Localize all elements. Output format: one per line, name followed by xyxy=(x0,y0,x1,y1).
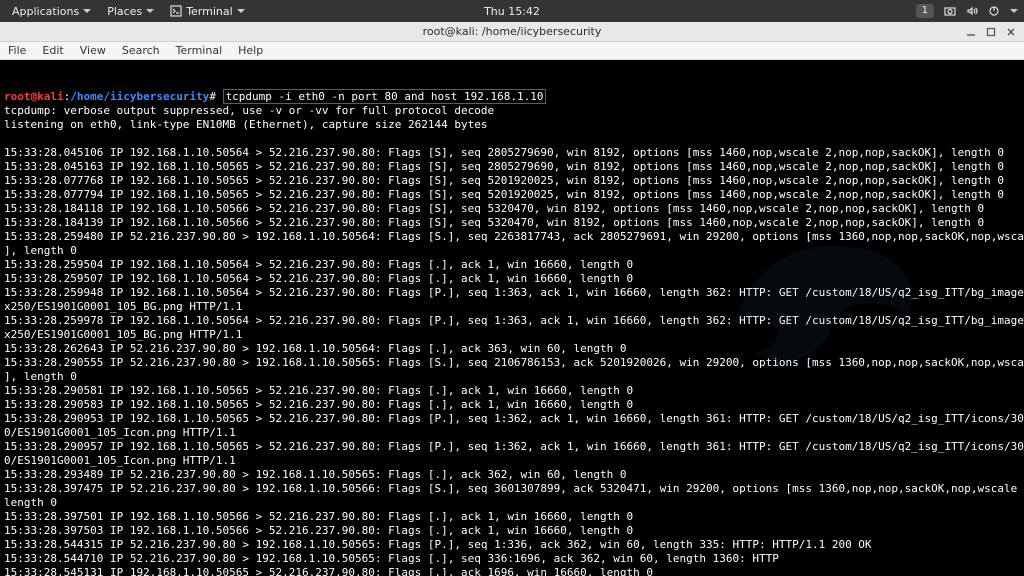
tcpdump-line: 15:33:28.045163 IP 192.168.1.10.50565 > … xyxy=(4,160,1004,173)
tcpdump-line: 15:33:28.290957 IP 192.168.1.10.50565 > … xyxy=(4,440,1024,453)
terminal-menubar: File Edit View Search Terminal Help xyxy=(0,42,1024,60)
tcpdump-line: x250/ES1901G0001_105_BG.png HTTP/1.1 xyxy=(4,328,242,341)
tcpdump-line: 15:33:28.184139 IP 192.168.1.10.50566 > … xyxy=(4,216,984,229)
maximize-button[interactable] xyxy=(984,25,998,39)
topbar-right: 1 xyxy=(916,4,1018,18)
tcpdump-line: 15:33:28.077794 IP 192.168.1.10.50565 > … xyxy=(4,188,1004,201)
terminal-icon xyxy=(170,5,182,17)
prompt-sep2: # xyxy=(209,90,216,103)
prompt-path: /home/iicybersecurity xyxy=(70,90,209,103)
menu-search[interactable]: Search xyxy=(122,44,160,57)
terminal-label: Terminal xyxy=(186,5,233,18)
tcpdump-line: 15:33:28.397475 IP 52.216.237.90.80 > 19… xyxy=(4,482,1024,495)
chevron-down-icon xyxy=(83,9,91,13)
tcpdump-line: 15:33:28.259504 IP 192.168.1.10.50564 > … xyxy=(4,258,633,271)
tcpdump-line: 0/ES1901G0001_105_Icon.png HTTP/1.1 xyxy=(4,454,236,467)
tcpdump-line: ], length 0 xyxy=(4,244,77,257)
tcpdump-line: 15:33:28.290583 IP 192.168.1.10.50565 > … xyxy=(4,398,633,411)
tcpdump-line: listening on eth0, link-type EN10MB (Eth… xyxy=(4,118,487,131)
chevron-down-icon xyxy=(146,9,154,13)
camera-icon[interactable] xyxy=(944,5,956,17)
tcpdump-line: 15:33:28.259507 IP 192.168.1.10.50564 > … xyxy=(4,272,633,285)
tcpdump-line: x250/ES1901G0001_105_BG.png HTTP/1.1 xyxy=(4,300,242,313)
tcpdump-line: 15:33:28.077768 IP 192.168.1.10.50565 > … xyxy=(4,174,1004,187)
menu-file[interactable]: File xyxy=(8,44,26,57)
tcpdump-line: 15:33:28.544710 IP 52.216.237.90.80 > 19… xyxy=(4,552,779,565)
tcpdump-line: 15:33:28.290555 IP 52.216.237.90.80 > 19… xyxy=(4,356,1024,369)
menu-terminal[interactable]: Terminal xyxy=(176,44,223,57)
tcpdump-line: 15:33:28.397501 IP 192.168.1.10.50566 > … xyxy=(4,510,633,523)
tcpdump-line: 15:33:28.545131 IP 192.168.1.10.50565 > … xyxy=(4,566,653,576)
topbar-left: Applications Places Terminal xyxy=(6,5,251,18)
tcpdump-line: 15:33:28.045106 IP 192.168.1.10.50564 > … xyxy=(4,146,1004,159)
clock-text[interactable]: Thu 15:42 xyxy=(484,5,540,18)
tcpdump-line: 15:33:28.397503 IP 192.168.1.10.50566 > … xyxy=(4,524,633,537)
applications-label: Applications xyxy=(12,5,79,18)
power-icon[interactable] xyxy=(988,5,1000,17)
tcpdump-line: 15:33:28.544315 IP 52.216.237.90.80 > 19… xyxy=(4,538,872,551)
tcpdump-line: length 0 xyxy=(4,496,57,509)
menu-help[interactable]: Help xyxy=(238,44,263,57)
places-label: Places xyxy=(107,5,142,18)
prompt-user: root@kali xyxy=(4,90,64,103)
menu-edit[interactable]: Edit xyxy=(42,44,63,57)
chevron-down-icon[interactable] xyxy=(1010,9,1018,13)
tcpdump-line: 15:33:28.184118 IP 192.168.1.10.50566 > … xyxy=(4,202,984,215)
topbar-center: Thu 15:42 xyxy=(484,5,540,18)
chevron-down-icon xyxy=(237,9,245,13)
command-entered: tcpdump -i eth0 -n port 80 and host 192.… xyxy=(223,89,547,104)
places-menu[interactable]: Places xyxy=(101,5,160,18)
tcpdump-line: ], length 0 xyxy=(4,370,77,383)
tcpdump-line: tcpdump: verbose output suppressed, use … xyxy=(4,104,494,117)
tcpdump-line: 15:33:28.293489 IP 52.216.237.90.80 > 19… xyxy=(4,468,627,481)
terminal-appindicator[interactable]: Terminal xyxy=(164,5,251,18)
window-titlebar: root@kali: /home/iicybersecurity xyxy=(0,22,1024,42)
volume-icon[interactable] xyxy=(966,5,978,17)
window-title: root@kali: /home/iicybersecurity xyxy=(423,25,602,38)
workspace-indicator[interactable]: 1 xyxy=(916,4,934,18)
desktop-topbar: Applications Places Terminal Thu 15:42 1 xyxy=(0,0,1024,22)
tcpdump-line: 15:33:28.290953 IP 192.168.1.10.50565 > … xyxy=(4,412,1024,425)
menu-view[interactable]: View xyxy=(80,44,106,57)
close-button[interactable] xyxy=(1004,25,1018,39)
tcpdump-line: 15:33:28.290581 IP 192.168.1.10.50565 > … xyxy=(4,384,633,397)
tcpdump-line: 15:33:28.259978 IP 192.168.1.10.50564 > … xyxy=(4,314,1024,327)
tcpdump-line: 15:33:28.259480 IP 52.216.237.90.80 > 19… xyxy=(4,230,1024,243)
minimize-button[interactable] xyxy=(964,25,978,39)
tcpdump-line: 0/ES1901G0001_105_Icon.png HTTP/1.1 xyxy=(4,426,236,439)
tcpdump-line: 15:33:28.259948 IP 192.168.1.10.50564 > … xyxy=(4,286,1024,299)
applications-menu[interactable]: Applications xyxy=(6,5,97,18)
window-buttons xyxy=(964,25,1018,39)
tcpdump-line: 15:33:28.262643 IP 52.216.237.90.80 > 19… xyxy=(4,342,627,355)
terminal-viewport[interactable]: root@kali:/home/iicybersecurity# tcpdump… xyxy=(0,60,1024,576)
